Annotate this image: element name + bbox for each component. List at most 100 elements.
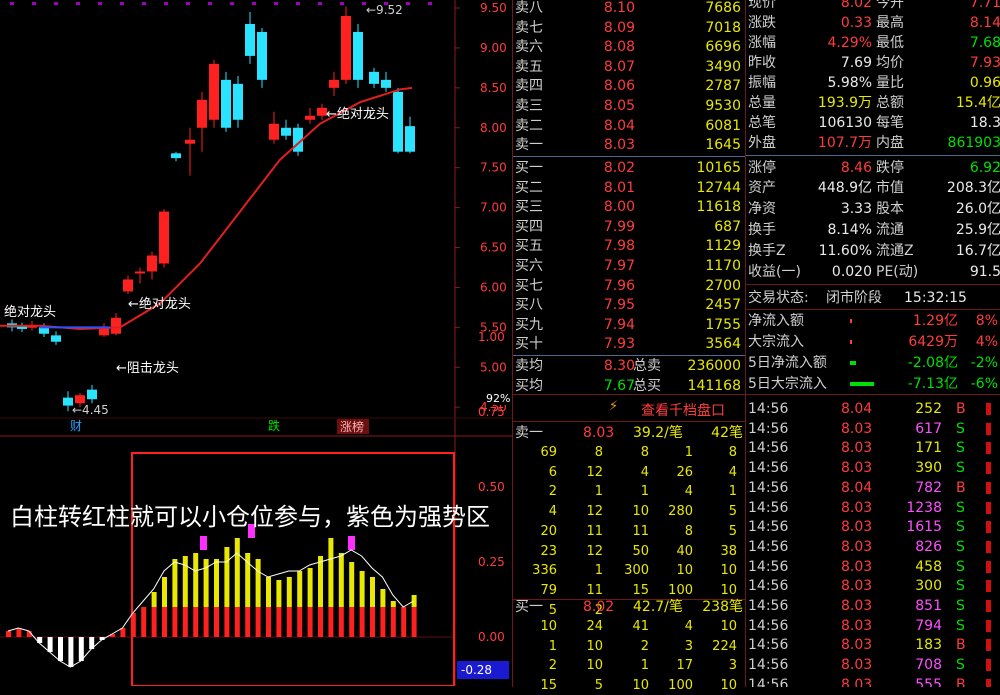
fund-flow-value: -7.13亿 bbox=[907, 376, 958, 392]
stat-value: 25.9亿 bbox=[955, 222, 1000, 238]
tick-time: 14:56 bbox=[748, 676, 789, 687]
tick-row[interactable]: 14:56 8.03 390 S bbox=[746, 458, 1000, 478]
stats-divider bbox=[746, 155, 1000, 156]
stat-row: 涨幅 4.29% 最低 7.68 bbox=[746, 33, 1000, 53]
candle-body bbox=[281, 127, 291, 136]
stat-value: 5.98% bbox=[827, 75, 872, 91]
tick-time: 14:56 bbox=[748, 558, 789, 575]
ask-level-row[interactable]: 卖五 8.07 3490 bbox=[513, 57, 745, 77]
stat-label: 振幅 bbox=[748, 75, 776, 91]
bid-price: 7.99 bbox=[603, 218, 635, 235]
stat-row: 净资 3.33 股本 26.0亿 bbox=[746, 199, 1000, 219]
stat-row: 换手Z 11.60% 流通Z 16.7亿 bbox=[746, 241, 1000, 261]
ask-level-row[interactable]: 卖七 8.09 7018 bbox=[513, 18, 745, 38]
osc-bar-red bbox=[297, 607, 303, 637]
tick-row[interactable]: 14:56 8.03 708 S bbox=[746, 655, 1000, 675]
osc-bar-yellow bbox=[380, 589, 386, 607]
bid-level-row[interactable]: 买四 7.99 687 bbox=[513, 217, 745, 237]
date-marker bbox=[164, 2, 168, 5]
ask-price: 8.10 bbox=[603, 0, 635, 16]
tick-row[interactable]: 14:56 8.04 782 B bbox=[746, 478, 1000, 498]
ask-volume: 9530 bbox=[705, 98, 741, 114]
bid-level-row[interactable]: 买七 7.96 2700 bbox=[513, 276, 745, 296]
tick-row[interactable]: 14:56 8.03 826 S bbox=[746, 537, 1000, 557]
chart-area[interactable]: 9.50 9.00 8.50 8.00 7.50 7.00 6.50 6.00 5.50 5.00… bbox=[0, 0, 512, 686]
bid-price: 7.97 bbox=[603, 258, 635, 274]
date-marker bbox=[340, 2, 344, 5]
depth-order-cell: 4 bbox=[684, 619, 693, 634]
ask-volume: 7018 bbox=[705, 19, 741, 36]
depth-order-cell: 10 bbox=[720, 619, 737, 634]
tick-row[interactable]: 14:56 8.03 1238 S bbox=[746, 498, 1000, 518]
stats-divider bbox=[746, 309, 1000, 310]
tick-trades-panel[interactable]: 14:56 8.04 252 B 14:56 8.03 617 S 14:56 8.03 171 S 1… bbox=[745, 394, 1000, 687]
ask-level-row[interactable]: 卖一 8.03 1645 bbox=[513, 135, 745, 155]
tick-time: 14:56 bbox=[748, 420, 789, 437]
bid-level-row[interactable]: 买九 7.94 1755 bbox=[513, 315, 745, 335]
stat-label: 市值 bbox=[876, 180, 904, 196]
ask-level-row[interactable]: 卖四 8.06 2787 bbox=[513, 76, 745, 96]
bid-level-row[interactable]: 买十 7.93 3564 bbox=[513, 334, 745, 354]
tick-row[interactable]: 14:56 8.03 183 B bbox=[746, 635, 1000, 655]
depth-order-cell: 12 bbox=[586, 543, 603, 559]
kline-chart[interactable]: 9.509.008.508.007.507.006.506.005.505.00… bbox=[0, 0, 512, 686]
rise-rank-tag[interactable]: 涨榜 bbox=[340, 419, 364, 434]
tick-row[interactable]: 14:56 8.03 171 S bbox=[746, 438, 1000, 458]
osc-bar-yellow bbox=[297, 571, 303, 607]
tick-side: S bbox=[956, 519, 965, 536]
osc-bar-yellow bbox=[172, 559, 178, 607]
drop-tag[interactable]: 跌 bbox=[268, 418, 280, 433]
stat-row: 现价 8.02 今开 7.71 bbox=[746, 0, 1000, 13]
tick-row[interactable]: 14:56 8.04 252 B bbox=[746, 399, 1000, 419]
bid-level-row[interactable]: 买一 8.02 10165 bbox=[513, 158, 745, 178]
tick-row[interactable]: 14:56 8.03 1615 S bbox=[746, 517, 1000, 537]
finance-tag[interactable]: 财 bbox=[70, 419, 82, 433]
bid-volume: 2700 bbox=[705, 277, 741, 294]
bid-level-row[interactable]: 买八 7.95 2457 bbox=[513, 295, 745, 315]
tick-side: S bbox=[956, 440, 965, 457]
indicator-value-badge: -0.28 bbox=[457, 661, 509, 679]
stat-value: 91.5 bbox=[969, 264, 1000, 280]
bid-level-row[interactable]: 买三 8.00 11618 bbox=[513, 197, 745, 217]
tick-price: 8.03 bbox=[841, 519, 873, 536]
tick-row[interactable]: 14:56 8.03 794 S bbox=[746, 616, 1000, 636]
tick-row[interactable]: 14:56 8.03 617 S bbox=[746, 419, 1000, 439]
tick-row[interactable]: 14:56 8.03 458 S bbox=[746, 557, 1000, 577]
ask-level-row[interactable]: 卖六 8.08 6696 bbox=[513, 37, 745, 57]
tick-side: B bbox=[956, 401, 966, 417]
tick-row[interactable]: 14:56 8.03 300 S bbox=[746, 576, 1000, 596]
tick-side: S bbox=[956, 657, 965, 674]
stat-value: 193.9万 bbox=[817, 95, 872, 111]
candle-body bbox=[209, 63, 219, 120]
view-thousand-depth-link[interactable]: 查看千档盘口 bbox=[641, 400, 725, 420]
osc-bar-negative bbox=[68, 637, 74, 667]
tick-price: 8.03 bbox=[841, 578, 873, 595]
bid-level-row[interactable]: 买五 7.98 1129 bbox=[513, 236, 745, 256]
ask-level-row[interactable]: 卖三 8.05 9530 bbox=[513, 96, 745, 116]
tick-time: 14:56 bbox=[748, 499, 789, 516]
bid-level-label: 买八 bbox=[515, 297, 543, 314]
stat-label: 资产 bbox=[748, 180, 776, 196]
tick-row[interactable]: 14:56 8.03 555 B bbox=[746, 675, 1000, 687]
fund-flow-bar bbox=[850, 382, 874, 386]
candle-body bbox=[159, 211, 169, 264]
bid-level-row[interactable]: 买二 8.01 12744 bbox=[513, 178, 745, 198]
osc-bar-red bbox=[286, 607, 292, 637]
ask-level-row[interactable]: 卖八 8.10 7686 bbox=[513, 0, 745, 18]
tick-price: 8.03 bbox=[841, 420, 873, 437]
tick-row[interactable]: 14:56 8.03 851 S bbox=[746, 596, 1000, 616]
candle-body bbox=[111, 317, 121, 334]
trade-status-label: 交易状态: bbox=[748, 290, 809, 306]
osc-bar-yellow bbox=[162, 577, 167, 607]
ask-queue-header: 卖一 8.03 39.2/笔 42笔 bbox=[513, 423, 745, 443]
candle-body bbox=[393, 91, 403, 152]
bid-level-label: 买三 bbox=[515, 199, 543, 216]
total-volume: 141168 bbox=[687, 378, 741, 394]
stat-value: 15.4亿 bbox=[955, 95, 1000, 111]
ask-level-row[interactable]: 卖二 8.04 6081 bbox=[513, 116, 745, 136]
depth-order-cell: 10 bbox=[586, 638, 603, 654]
bid-level-row[interactable]: 买六 7.97 1170 bbox=[513, 256, 745, 276]
stat-value: 0.020 bbox=[831, 264, 872, 280]
osc-axis-tick: 0.50 bbox=[478, 480, 505, 494]
osc-bar-red bbox=[328, 607, 334, 637]
